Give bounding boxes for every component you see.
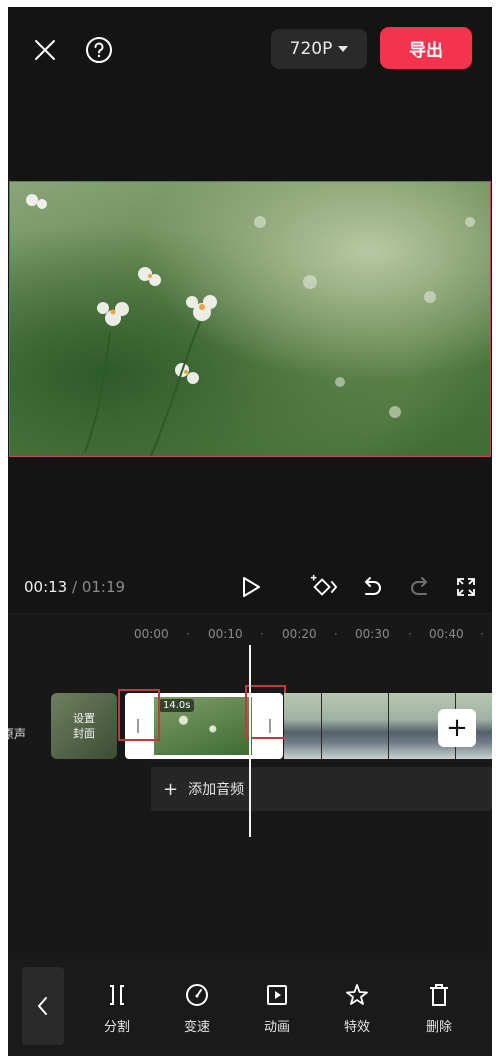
keyframe-icon [310, 574, 337, 596]
effects-icon [346, 984, 368, 1005]
add-audio-label: 添加音频 [188, 782, 245, 798]
ruler-tick: 00:30 [355, 627, 390, 641]
close-icon [35, 40, 55, 60]
resolution-label: 720P [289, 39, 333, 59]
tool-animation[interactable]: 动画 [252, 980, 302, 1035]
tool-label: 分割 [103, 1020, 130, 1035]
tool-split[interactable]: 分割 [92, 980, 142, 1035]
add-audio-button[interactable]: + 添加音频 [151, 767, 492, 811]
trim-handle-highlight-right [245, 685, 286, 739]
ruler-dot: · [186, 627, 190, 641]
set-cover-label: 设置 封面 [73, 712, 95, 740]
split-icon [110, 985, 124, 1005]
ruler-dot: · [334, 627, 338, 641]
tool-effects[interactable]: 特效 [332, 980, 382, 1035]
plus-icon: + [163, 778, 179, 800]
video-preview[interactable] [9, 181, 491, 457]
animation-icon [267, 985, 287, 1005]
keyframe-button[interactable] [309, 573, 337, 601]
clip-seam [388, 693, 389, 759]
caret-down-icon [338, 46, 349, 52]
ruler-dot: · [480, 627, 484, 641]
undo-button[interactable] [358, 573, 386, 601]
play-icon [243, 577, 260, 597]
close-button[interactable] [30, 35, 60, 65]
fullscreen-button[interactable] [452, 573, 480, 601]
speed-icon [186, 984, 208, 1006]
help-button[interactable] [84, 35, 114, 65]
back-button[interactable] [22, 967, 64, 1045]
ruler-tick: 00:40 [429, 627, 464, 641]
add-clip-button[interactable]: + [438, 709, 476, 747]
preview-flowers-image [26, 194, 475, 456]
current-time: 00:13 [24, 578, 68, 596]
fullscreen-icon [457, 578, 475, 596]
redo-button[interactable] [406, 573, 434, 601]
clip-duration-badge: 14.0s [159, 699, 195, 712]
resolution-dropdown[interactable]: 720P [271, 29, 367, 69]
set-cover-button[interactable]: 设置 封面 [51, 693, 117, 759]
tool-label: 特效 [343, 1020, 370, 1035]
time-separator: / [67, 578, 82, 596]
video-editor: 720P 导出 00:13 / 01:19 00:00 · 00:10 · 00… [8, 7, 492, 1056]
tool-delete[interactable]: 删除 [414, 980, 464, 1035]
ruler-tick: 00:20 [282, 627, 317, 641]
original-audio-toggle[interactable]: ▮ 原声 [8, 711, 26, 742]
export-button[interactable]: 导出 [380, 27, 472, 69]
total-time: 01:19 [81, 578, 126, 596]
redo-icon [411, 577, 428, 595]
original-audio-label: 原声 [8, 727, 27, 741]
ruler-tick: 00:00 [134, 627, 169, 641]
help-icon [86, 37, 112, 63]
chevron-left-icon [37, 997, 47, 1015]
trim-handle-highlight-left [118, 689, 160, 741]
tool-label: 删除 [425, 1020, 452, 1035]
clip-seam [321, 693, 322, 759]
tool-label: 变速 [183, 1020, 210, 1035]
tool-label: 动画 [263, 1020, 290, 1035]
playhead[interactable] [249, 645, 251, 837]
ruler-dot: · [408, 627, 412, 641]
undo-icon [364, 577, 381, 595]
tool-speed[interactable]: 变速 [172, 980, 222, 1035]
delete-icon [430, 984, 448, 1006]
ruler-dot: · [260, 627, 264, 641]
timecode: 00:13 / 01:19 [24, 578, 125, 596]
play-button[interactable] [237, 573, 265, 601]
speaker-icon: ▮ [8, 711, 26, 719]
ruler-tick: 00:10 [208, 627, 243, 641]
